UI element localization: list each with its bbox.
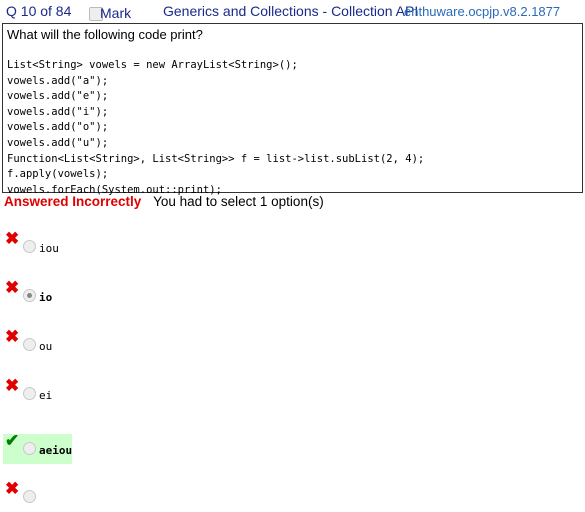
option-label: ei — [39, 389, 53, 402]
answer-option[interactable]: ✖ iou — [3, 229, 72, 262]
option-label: ou — [39, 340, 53, 353]
option-radio[interactable] — [23, 289, 36, 302]
topic-title: Generics and Collections - Collection AP… — [163, 3, 419, 19]
option-radio[interactable] — [23, 490, 36, 503]
question-prompt: What will the following code print? — [7, 27, 203, 42]
cross-icon: ✖ — [5, 479, 20, 498]
option-label: io — [39, 291, 53, 304]
option-radio[interactable] — [23, 387, 36, 400]
answer-status: Answered Incorrectly You had to select 1… — [4, 194, 324, 209]
cross-icon: ✖ — [5, 278, 20, 297]
result-text: Answered Incorrectly — [4, 194, 142, 209]
answer-option[interactable]: ✖ ei — [3, 376, 72, 409]
option-label: iou — [39, 242, 59, 255]
cross-icon: ✖ — [5, 229, 20, 248]
question-box: What will the following code print? List… — [2, 23, 583, 196]
selection-hint: You had to select 1 option(s) — [153, 194, 324, 209]
answer-option[interactable]: ✖ io — [3, 278, 72, 311]
answer-option[interactable]: ✖ — [3, 479, 72, 512]
option-radio[interactable] — [23, 240, 36, 253]
question-id: enthuware.ocpjp.v8.2.1877 — [404, 4, 561, 19]
answer-option[interactable]: ✖ ou — [3, 327, 72, 360]
checkmark-icon: ✔ — [5, 431, 20, 450]
cross-icon: ✖ — [5, 376, 20, 395]
answer-option[interactable]: ✔ aeiou — [3, 431, 73, 464]
question-counter: Q 10 of 84 — [6, 3, 72, 19]
option-radio[interactable] — [23, 442, 36, 455]
mark-label[interactable]: Mark — [100, 5, 131, 21]
option-radio[interactable] — [23, 338, 36, 351]
option-label: aeiou — [39, 444, 73, 457]
question-code: List<String> vowels = new ArrayList<Stri… — [7, 59, 425, 196]
cross-icon: ✖ — [5, 327, 20, 346]
